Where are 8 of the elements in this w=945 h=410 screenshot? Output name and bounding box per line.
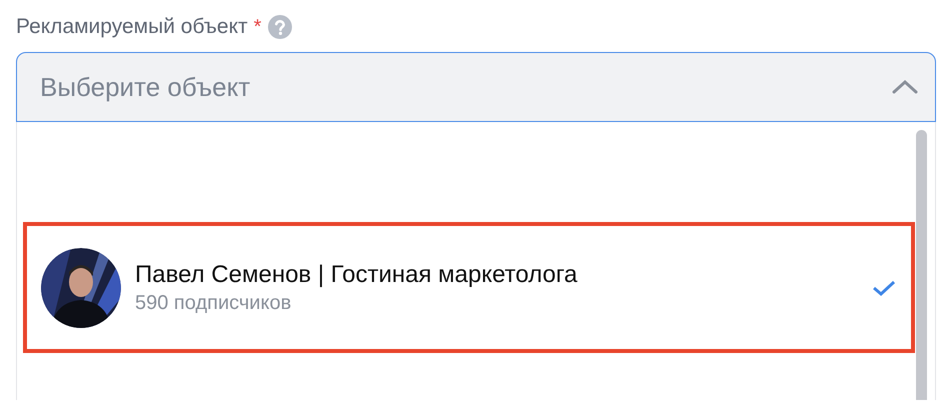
subscriber-count: 590 подписчиков (135, 291, 292, 316)
field-label: Рекламируемый объект (16, 14, 248, 40)
option-title: Павел Семенов | Гостиная маркетолога (135, 260, 578, 290)
scrollbar[interactable] (916, 130, 927, 400)
required-mark: * (254, 15, 262, 40)
help-icon[interactable] (267, 14, 294, 40)
option-item[interactable]: Павел Семенов | Гостиная маркетолога 590 подписчиков (23, 222, 915, 353)
object-select[interactable]: Выберите объект (16, 52, 936, 122)
